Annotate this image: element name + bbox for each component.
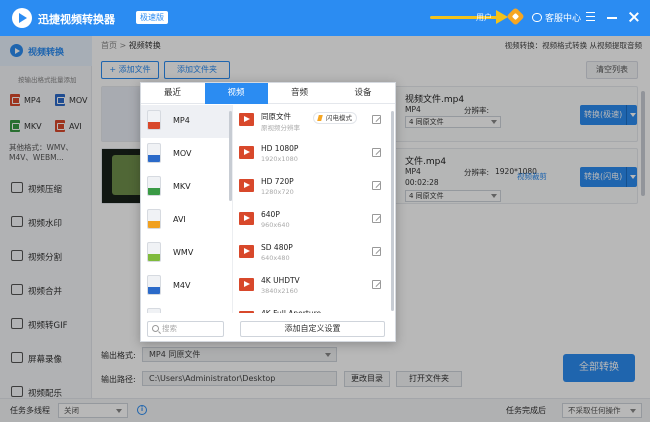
film-icon [239,113,254,126]
format-option[interactable]: WMV [141,237,232,270]
edit-icon[interactable] [372,280,381,289]
preset-resolution: 1280x720 [261,188,294,196]
preset-name: 4K UHDTV [261,276,300,285]
preset-option[interactable]: 4K Full Aperture [234,303,389,313]
format-list-scrollbar[interactable] [229,111,232,201]
vip-icon[interactable] [506,7,525,26]
video-file-icon [147,308,161,313]
film-icon [239,311,254,313]
file-icon-band [148,287,160,294]
format-tabs: 最近 视频 音频 设备 [141,83,395,104]
app-title: 迅捷视频转换器 [38,13,115,26]
edit-icon[interactable] [372,214,381,223]
film-icon [239,278,254,291]
format-list: MP4 MOV MKV AVI WMV M4V MPG [141,105,233,313]
preset-option[interactable]: 640P 960x640 [234,204,389,237]
file-icon-band [148,254,160,261]
format-picker-popup: 最近视频音频设备 MP4 MOV MKV AVI WMV M4V MPG 同原文件原视频分辨… [140,82,396,342]
format-option[interactable]: MOV [141,138,232,171]
preset-option[interactable]: 4K UHDTV 3840x2160 [234,270,389,303]
format-option-label: MOV [173,149,192,158]
close-icon[interactable] [627,10,641,24]
video-file-icon [147,176,161,196]
edit-icon[interactable] [372,148,381,157]
add-custom-setting-button[interactable]: 添加自定义设置 [240,321,385,337]
app-logo-icon [12,8,32,28]
format-option[interactable]: M4V [141,270,232,303]
video-file-icon [147,143,161,163]
preset-resolution: 640x480 [261,254,290,262]
format-option-label: MP4 [173,116,190,125]
preset-resolution: 3840x2160 [261,287,298,295]
format-option-label: WMV [173,248,194,257]
edition-badge: 极速版 [136,11,168,24]
chat-icon [532,13,542,22]
edit-icon[interactable] [372,115,381,124]
file-icon-band [148,122,160,129]
format-option-label: MKV [173,182,191,191]
preset-list-scrollbar[interactable] [391,111,394,311]
minimize-icon[interactable] [607,17,617,19]
format-option[interactable]: MP4 [141,105,232,138]
format-option[interactable]: MKV [141,171,232,204]
film-icon [239,179,254,192]
search-placeholder: 搜索 [162,324,177,333]
service-center-button[interactable]: 客服中心 [532,11,581,24]
film-icon [239,212,254,225]
film-icon [239,245,254,258]
video-file-icon [147,275,161,295]
tab-3[interactable]: 设备 [332,83,395,104]
preset-list: 同原文件原视频分辨率 闪电模式 HD 1080P 1920x1080 HD 720P 12… [234,105,395,313]
preset-resolution: 原视频分辨率 [261,124,300,132]
edit-icon[interactable] [372,181,381,190]
preset-name: 640P [261,210,280,219]
format-option[interactable]: AVI [141,204,232,237]
user-name[interactable]: 用户 [476,12,492,23]
format-option-label: AVI [173,215,186,224]
edit-icon[interactable] [372,247,381,256]
service-label: 客服中心 [545,14,582,24]
video-file-icon [147,110,161,130]
file-icon-band [148,155,160,162]
tab-0[interactable]: 最近 [141,83,204,104]
search-icon [152,325,159,332]
preset-name: 同原文件 [261,112,291,121]
preset-resolution: 1920x1080 [261,155,298,163]
video-file-icon [147,209,161,229]
preset-option[interactable]: SD 480P 640x480 [234,237,389,270]
preset-name: SD 480P [261,243,293,252]
film-icon [239,146,254,159]
pointer-arrow-icon [496,10,508,24]
preset-name: 4K Full Aperture [261,309,321,313]
title-bar: 迅捷视频转换器 极速版 用户 客服中心 [0,0,650,36]
app-window: 迅捷视频转换器 极速版 用户 客服中心 视频转换 按输出格式批量添加 MP4 MO… [0,0,650,430]
preset-option[interactable]: HD 1080P 1920x1080 [234,138,389,171]
preset-option[interactable]: 同原文件原视频分辨率 闪电模式 [234,105,389,138]
preset-option[interactable]: HD 720P 1280x720 [234,171,389,204]
preset-name: HD 720P [261,177,294,186]
format-search-input[interactable]: 搜索 [147,321,224,337]
flash-mode-badge[interactable]: 闪电模式 [313,112,357,124]
preset-name: HD 1080P [261,144,299,153]
file-icon-band [148,221,160,228]
menu-icon[interactable] [586,12,595,21]
tab-2[interactable]: 音频 [268,83,331,104]
file-icon-band [148,188,160,195]
preset-resolution: 960x640 [261,221,290,229]
tab-1[interactable]: 视频 [204,83,268,104]
video-file-icon [147,242,161,262]
format-option-label: M4V [173,281,191,290]
format-option[interactable]: MPG [141,303,232,313]
